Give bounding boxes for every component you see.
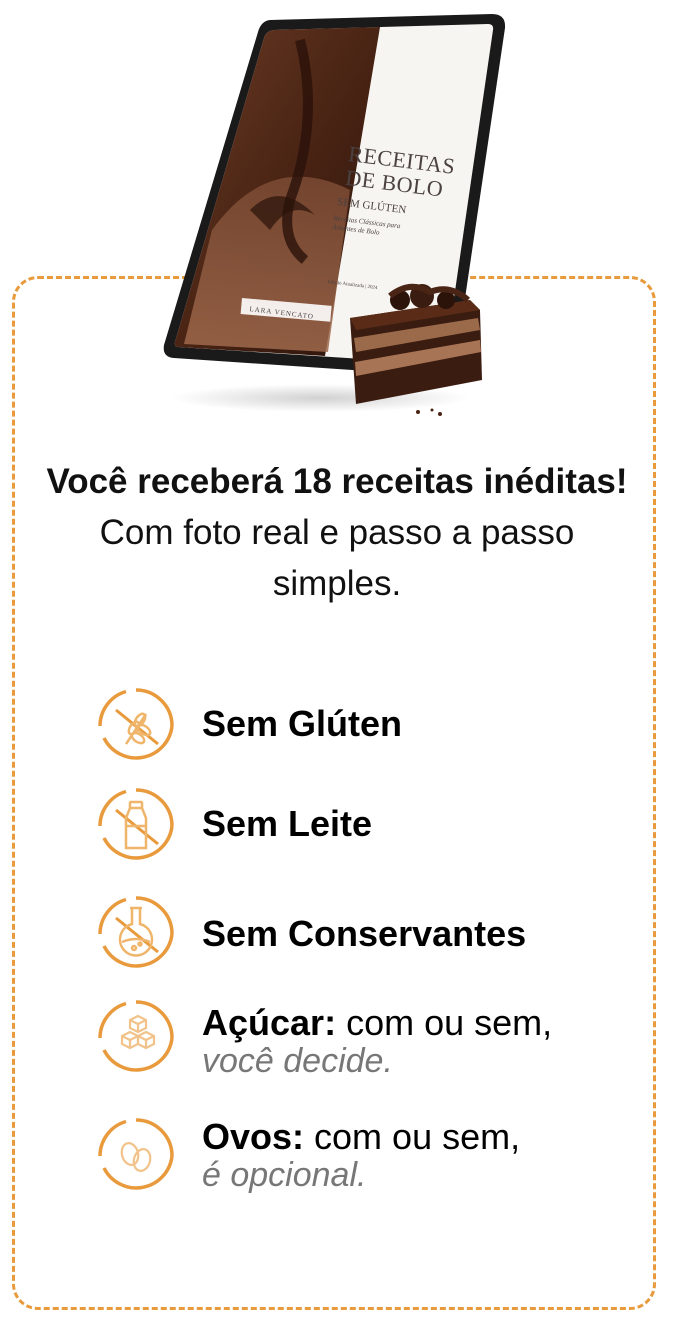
milk-bottle-icon xyxy=(98,788,174,860)
feature-item-sugar: Açúcar: com ou sem, você decide. xyxy=(96,998,636,1081)
feature-label: Sem Glúten xyxy=(202,703,403,744)
feature-label: Sem Leite xyxy=(202,803,373,844)
feature-label: Açúcar: com ou sem, você decide. xyxy=(202,1002,553,1081)
feature-item-eggs: Ovos: com ou sem, é opcional. xyxy=(96,1116,636,1196)
feature-note: é opcional. xyxy=(202,1156,367,1194)
feature-item-no-preservatives: Sem Conservantes xyxy=(96,894,636,974)
feature-label: Ovos: com ou sem, é opcional. xyxy=(202,1116,521,1195)
headline: Você receberá 18 receitas inéditas! Com … xyxy=(40,456,634,609)
feature-item-gluten-free: Sem Glúten xyxy=(96,686,636,766)
eggs-icon xyxy=(98,1118,174,1190)
feature-note: você decide. xyxy=(202,1042,393,1080)
feature-item-dairy-free: Sem Leite xyxy=(96,786,636,866)
headline-bold: Você receberá 18 receitas inéditas! xyxy=(46,462,628,501)
feature-label: Sem Conservantes xyxy=(202,913,527,954)
ebook-product-image: RECEITAS DE BOLO SEM GLÚTEN Receitas Clá… xyxy=(150,0,510,420)
headline-regular: Com foto real e passo a passo simples. xyxy=(99,513,575,603)
sugar-cubes-icon xyxy=(98,1000,174,1072)
flask-icon xyxy=(98,896,174,968)
wheat-icon xyxy=(98,688,174,760)
